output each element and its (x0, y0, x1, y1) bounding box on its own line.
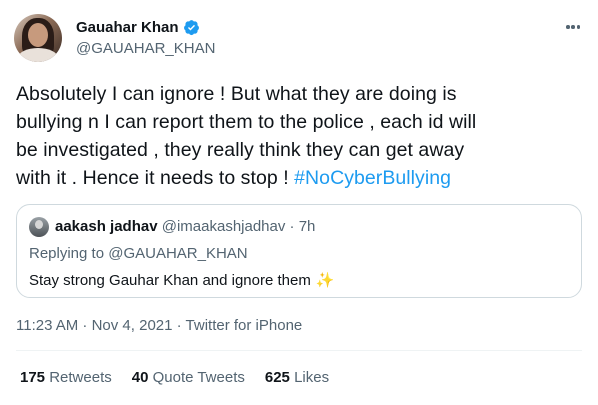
quoted-replying-to: Replying to @GAUAHAR_KHAN (29, 245, 248, 262)
tweet-timestamp: 11:23 AM · Nov 4, 2021 · Twitter for iPh… (16, 317, 302, 334)
tweet-text: Absolutely I can ignore ! But what they … (16, 80, 586, 192)
retweets-stat[interactable]: 175 Retweets (20, 369, 112, 386)
tweet-text-last-line: with it . Hence it needs to stop ! #NoCy… (16, 164, 586, 192)
quoted-author-meta: @imaakashjadhav · 7h (161, 218, 316, 235)
author-avatar[interactable] (14, 14, 62, 62)
tweet-text-line: be investigated , they really think they… (16, 139, 465, 161)
quoted-tweet-card[interactable]: aakash jadhav @imaakashjadhav · 7h Reply… (16, 204, 582, 298)
tweet-source-link[interactable]: Twitter for iPhone (186, 317, 303, 334)
timestamp-time-date[interactable]: 11:23 AM · Nov 4, 2021 · (16, 317, 186, 334)
divider (16, 350, 582, 351)
likes-label: Likes (294, 369, 330, 386)
verified-badge-icon (183, 20, 199, 36)
tweet-text-line-part: with it . Hence it needs to stop ! (16, 167, 295, 189)
retweets-count: 175 (20, 369, 46, 386)
more-options-icon[interactable] (566, 20, 580, 34)
quoted-tweet-body: Stay strong Gauhar Khan and ignore them (29, 271, 311, 289)
author-display-name[interactable]: Gauahar Khan (76, 19, 179, 36)
replying-to-mention[interactable]: @GAUAHAR_KHAN (108, 245, 247, 262)
quotes-count: 40 (131, 369, 149, 386)
author-handle[interactable]: @GAUAHAR_KHAN (76, 40, 215, 57)
quoted-author-name[interactable]: aakash jadhav (55, 218, 158, 235)
quote-tweets-stat[interactable]: 40 Quote Tweets (132, 369, 245, 386)
quotes-label: Quote Tweets (152, 369, 245, 386)
sparkles-emoji-icon: ✨ (315, 272, 335, 289)
replying-to-prefix: Replying to (29, 245, 109, 262)
tweet-text-line: Absolutely I can ignore ! But what they … (16, 83, 457, 105)
retweets-label: Retweets (49, 369, 112, 386)
quoted-tweet-header: aakash jadhav @imaakashjadhav · 7h (55, 218, 315, 235)
hashtag-link[interactable]: #NoCyberBullying (294, 167, 451, 189)
likes-stat[interactable]: 625 Likes (265, 369, 329, 386)
tweet-header: Gauahar Khan @GAUAHAR_KHAN (14, 14, 586, 64)
tweet-text-line: bullying n I can report them to the poli… (16, 111, 477, 133)
quoted-author-avatar[interactable] (29, 217, 49, 237)
tweet-stats: 175 Retweets 40 Quote Tweets 625 Likes (20, 369, 329, 386)
author-name-row: Gauahar Khan (76, 19, 200, 36)
quoted-tweet-text: Stay strong Gauhar Khan and ignore them … (29, 271, 335, 290)
likes-count: 625 (264, 369, 290, 386)
